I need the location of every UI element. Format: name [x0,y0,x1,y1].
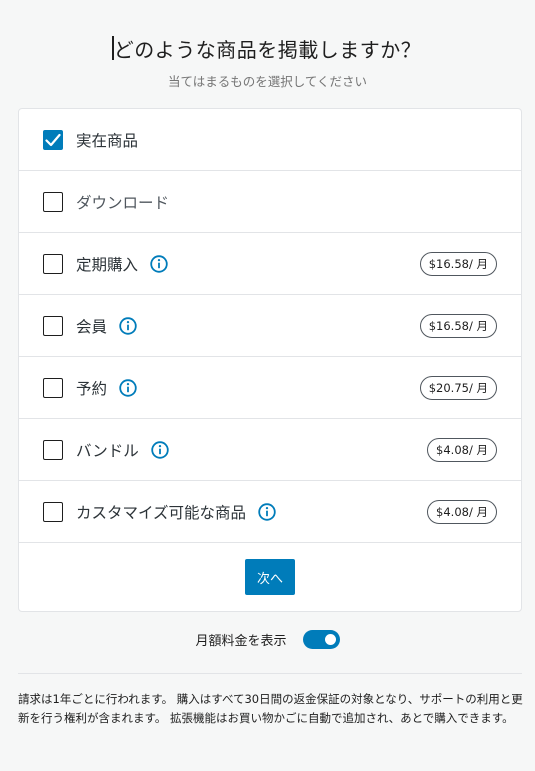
option-checkbox[interactable] [43,191,63,212]
next-button[interactable]: 次へ [245,559,295,595]
option-label: ダウンロード [76,193,170,212]
info-icon[interactable] [151,440,169,459]
billing-note: 請求は1年ごとに行われます。 購入はすべて30日間の返金保証の対象となり、サポー… [18,692,523,725]
checkmark-icon [45,133,61,147]
divider [18,673,522,674]
price-badge: $4.08/ 月 [427,437,497,462]
option-label: 定期購入 [76,255,139,274]
option-checkbox[interactable] [43,129,63,150]
header: どのような商品を掲載しますか？ 当てはまるものを選択してください [0,0,535,108]
price-badge: $20.75/ 月 [419,375,497,400]
product-type-card: 実在商品 ダウンロード 定期購入 $16.58/ 月会員 $16.58/ 月予約 $20.… [18,108,522,612]
monthly-price-toggle[interactable] [302,630,340,649]
option-label: カスタマイズ可能な商品 [76,503,247,522]
option-row[interactable]: 会員 $16.58/ 月 [19,295,521,357]
option-row[interactable]: カスタマイズ可能な商品 $4.08/ 月 [19,481,521,543]
option-label: バンドル [76,441,139,460]
info-icon[interactable] [258,502,276,521]
option-checkbox[interactable] [43,253,63,274]
option-label: 予約 [76,379,108,398]
page-title: どのような商品を掲載しますか？ [111,34,422,63]
option-row[interactable]: ダウンロード [19,171,521,233]
option-row[interactable]: 定期購入 $16.58/ 月 [19,233,521,295]
option-row[interactable]: 実在商品 [19,109,521,171]
button-container: 次へ [19,543,521,595]
option-checkbox[interactable] [43,377,63,398]
monthly-price-toggle-row: 月額料金を表示 [0,630,535,649]
option-row[interactable]: バンドル $4.08/ 月 [19,419,521,481]
page-subtitle: 当てはまるものを選択してください [167,74,367,89]
price-badge: $16.58/ 月 [419,251,497,276]
page-title-text: どのような商品を掲載しますか？ [113,38,422,62]
info-icon[interactable] [119,316,137,335]
option-checkbox[interactable] [43,439,63,460]
text-cursor [111,36,114,60]
monthly-price-toggle-label: 月額料金を表示 [195,634,287,649]
price-badge: $4.08/ 月 [427,499,497,524]
info-icon[interactable] [150,254,168,273]
option-label: 実在商品 [76,131,139,150]
option-list: 実在商品 ダウンロード 定期購入 $16.58/ 月会員 $16.58/ 月予約 $20.… [19,109,521,543]
option-checkbox[interactable] [43,315,63,336]
toggle-knob [324,634,336,645]
option-checkbox[interactable] [43,501,63,522]
price-badge: $16.58/ 月 [419,313,497,338]
option-label: 会員 [76,317,108,336]
info-icon[interactable] [119,378,137,397]
option-row[interactable]: 予約 $20.75/ 月 [19,357,521,419]
